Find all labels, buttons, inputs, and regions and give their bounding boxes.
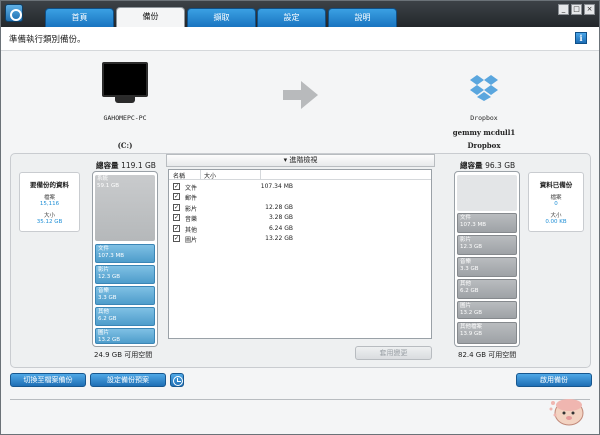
mascot-watermark-icon <box>549 399 584 426</box>
title-bar: 首頁 備份 擷取 設定 說明 _ □ × <box>1 1 599 28</box>
checkbox-mail[interactable]: ✓ <box>173 193 180 200</box>
list-header: 名稱 大小 <box>169 170 431 180</box>
source-total-capacity: 總容量 119.1 GB <box>96 161 156 170</box>
size-label: 大小 <box>43 213 55 219</box>
computer-monitor-icon <box>102 62 148 97</box>
segment-music: 音樂 3.3 GB <box>457 257 517 277</box>
advanced-view-toggle[interactable]: ▾ 進階檢視 <box>166 154 435 167</box>
checkbox-music[interactable]: ✓ <box>173 214 180 221</box>
destination-account: gemmy mcdull1 <box>452 128 516 137</box>
summary-title: 資料已備份 <box>539 181 573 189</box>
segment-music: 音樂 3.3 GB <box>95 286 155 305</box>
segment-other-files: 其他檔案 13.9 GB <box>457 322 517 344</box>
files-label: 檔案 <box>43 195 55 201</box>
start-backup-button[interactable]: 啟用備份 <box>516 373 592 387</box>
segment-documents: 文件 107.3 MB <box>457 213 517 233</box>
files-value: 0 <box>554 201 558 207</box>
switch-to-file-backup-button[interactable]: 切換至檔案備份 <box>10 373 86 387</box>
destination-name: Dropbox <box>470 114 498 122</box>
arrow-right-icon <box>283 81 318 109</box>
minimize-button[interactable]: _ <box>558 4 569 15</box>
segment-pictures: 圖片 13.2 GB <box>457 301 517 319</box>
tab-settings[interactable]: 設定 <box>257 8 326 27</box>
data-to-backup-summary: 要備份的資料 檔案 15,116 大小 35.12 GB <box>19 172 80 232</box>
list-item: ✓ 文件 107.34 MB <box>173 183 293 192</box>
list-item: ✓ 郵件 <box>173 193 198 202</box>
segment-free <box>457 175 517 211</box>
destination-service: Dropbox <box>467 141 501 150</box>
segment-other: 其他 6.2 GB <box>95 307 155 326</box>
destination-capacity-bar: 文件 107.3 MB 影片 12.3 GB 音樂 3.3 GB 其他 6.2 GB 圖… <box>454 171 520 347</box>
app-window: 首頁 備份 擷取 設定 說明 _ □ × 準備執行類別備份。 i GAHOMEP… <box>0 0 600 435</box>
tab-home[interactable]: 首頁 <box>45 8 114 27</box>
close-button[interactable]: × <box>584 4 595 15</box>
category-list: 名稱 大小 ✓ 文件 107.34 MB ✓ 郵件 ✓ 影片 12.28 GB ✓ 音樂 3.… <box>168 169 432 339</box>
source-capacity-bar: 系統 59.1 GB 文件 107.3 MB 影片 12.3 GB 音樂 3.3 GB … <box>92 171 158 347</box>
list-item: ✓ 圖片 13.22 GB <box>173 235 293 244</box>
files-value: 15,116 <box>39 201 60 207</box>
apply-changes-button[interactable]: 套用變更 <box>355 346 432 360</box>
tab-backup[interactable]: 備份 <box>116 7 185 28</box>
segment-system: 系統 59.1 GB <box>95 175 155 241</box>
divider <box>10 399 590 400</box>
status-bar: 準備執行類別備份。 i <box>1 27 599 51</box>
info-icon[interactable]: i <box>575 32 587 44</box>
clock-icon[interactable] <box>170 373 184 387</box>
list-item: ✓ 音樂 3.28 GB <box>173 214 293 223</box>
checkbox-documents[interactable]: ✓ <box>173 183 180 190</box>
column-name[interactable]: 名稱 <box>173 171 185 180</box>
size-value: 0.00 KB <box>545 219 567 225</box>
files-label: 檔案 <box>550 195 562 201</box>
status-text: 準備執行類別備份。 <box>9 35 86 45</box>
dropbox-icon <box>470 75 498 101</box>
size-value: 35.12 GB <box>36 219 63 225</box>
size-label: 大小 <box>550 213 562 219</box>
segment-other: 其他 6.2 GB <box>457 279 517 299</box>
monitor-stand <box>115 97 135 103</box>
checkbox-other[interactable]: ✓ <box>173 225 180 232</box>
segment-pictures: 圖片 13.2 GB <box>95 328 155 344</box>
app-logo-icon <box>5 4 23 22</box>
segment-videos: 影片 12.3 GB <box>457 235 517 255</box>
tab-help[interactable]: 說明 <box>328 8 397 27</box>
list-item: ✓ 其他 6.24 GB <box>173 225 293 234</box>
summary-title: 要備份的資料 <box>30 181 69 189</box>
column-size[interactable]: 大小 <box>204 171 216 180</box>
destination-free-space: 82.4 GB 可用空間 <box>458 351 517 359</box>
data-backed-up-summary: 資料已備份 檔案 0 大小 0.00 KB <box>528 172 584 232</box>
segment-documents: 文件 107.3 MB <box>95 244 155 263</box>
destination-total-capacity: 總容量 96.3 GB <box>460 161 516 170</box>
source-drive-label: (C:) <box>117 141 133 150</box>
maximize-button[interactable]: □ <box>571 4 582 15</box>
list-item: ✓ 影片 12.28 GB <box>173 204 293 213</box>
checkbox-videos[interactable]: ✓ <box>173 204 180 211</box>
source-device-name: GAHOMEPC-PC <box>103 114 147 122</box>
checkbox-pictures[interactable]: ✓ <box>173 235 180 242</box>
set-backup-schedule-button[interactable]: 設定備份預案 <box>90 373 166 387</box>
source-free-space: 24.9 GB 可用空間 <box>94 351 153 359</box>
tab-retrieve[interactable]: 擷取 <box>187 8 256 27</box>
segment-videos: 影片 12.3 GB <box>95 265 155 284</box>
